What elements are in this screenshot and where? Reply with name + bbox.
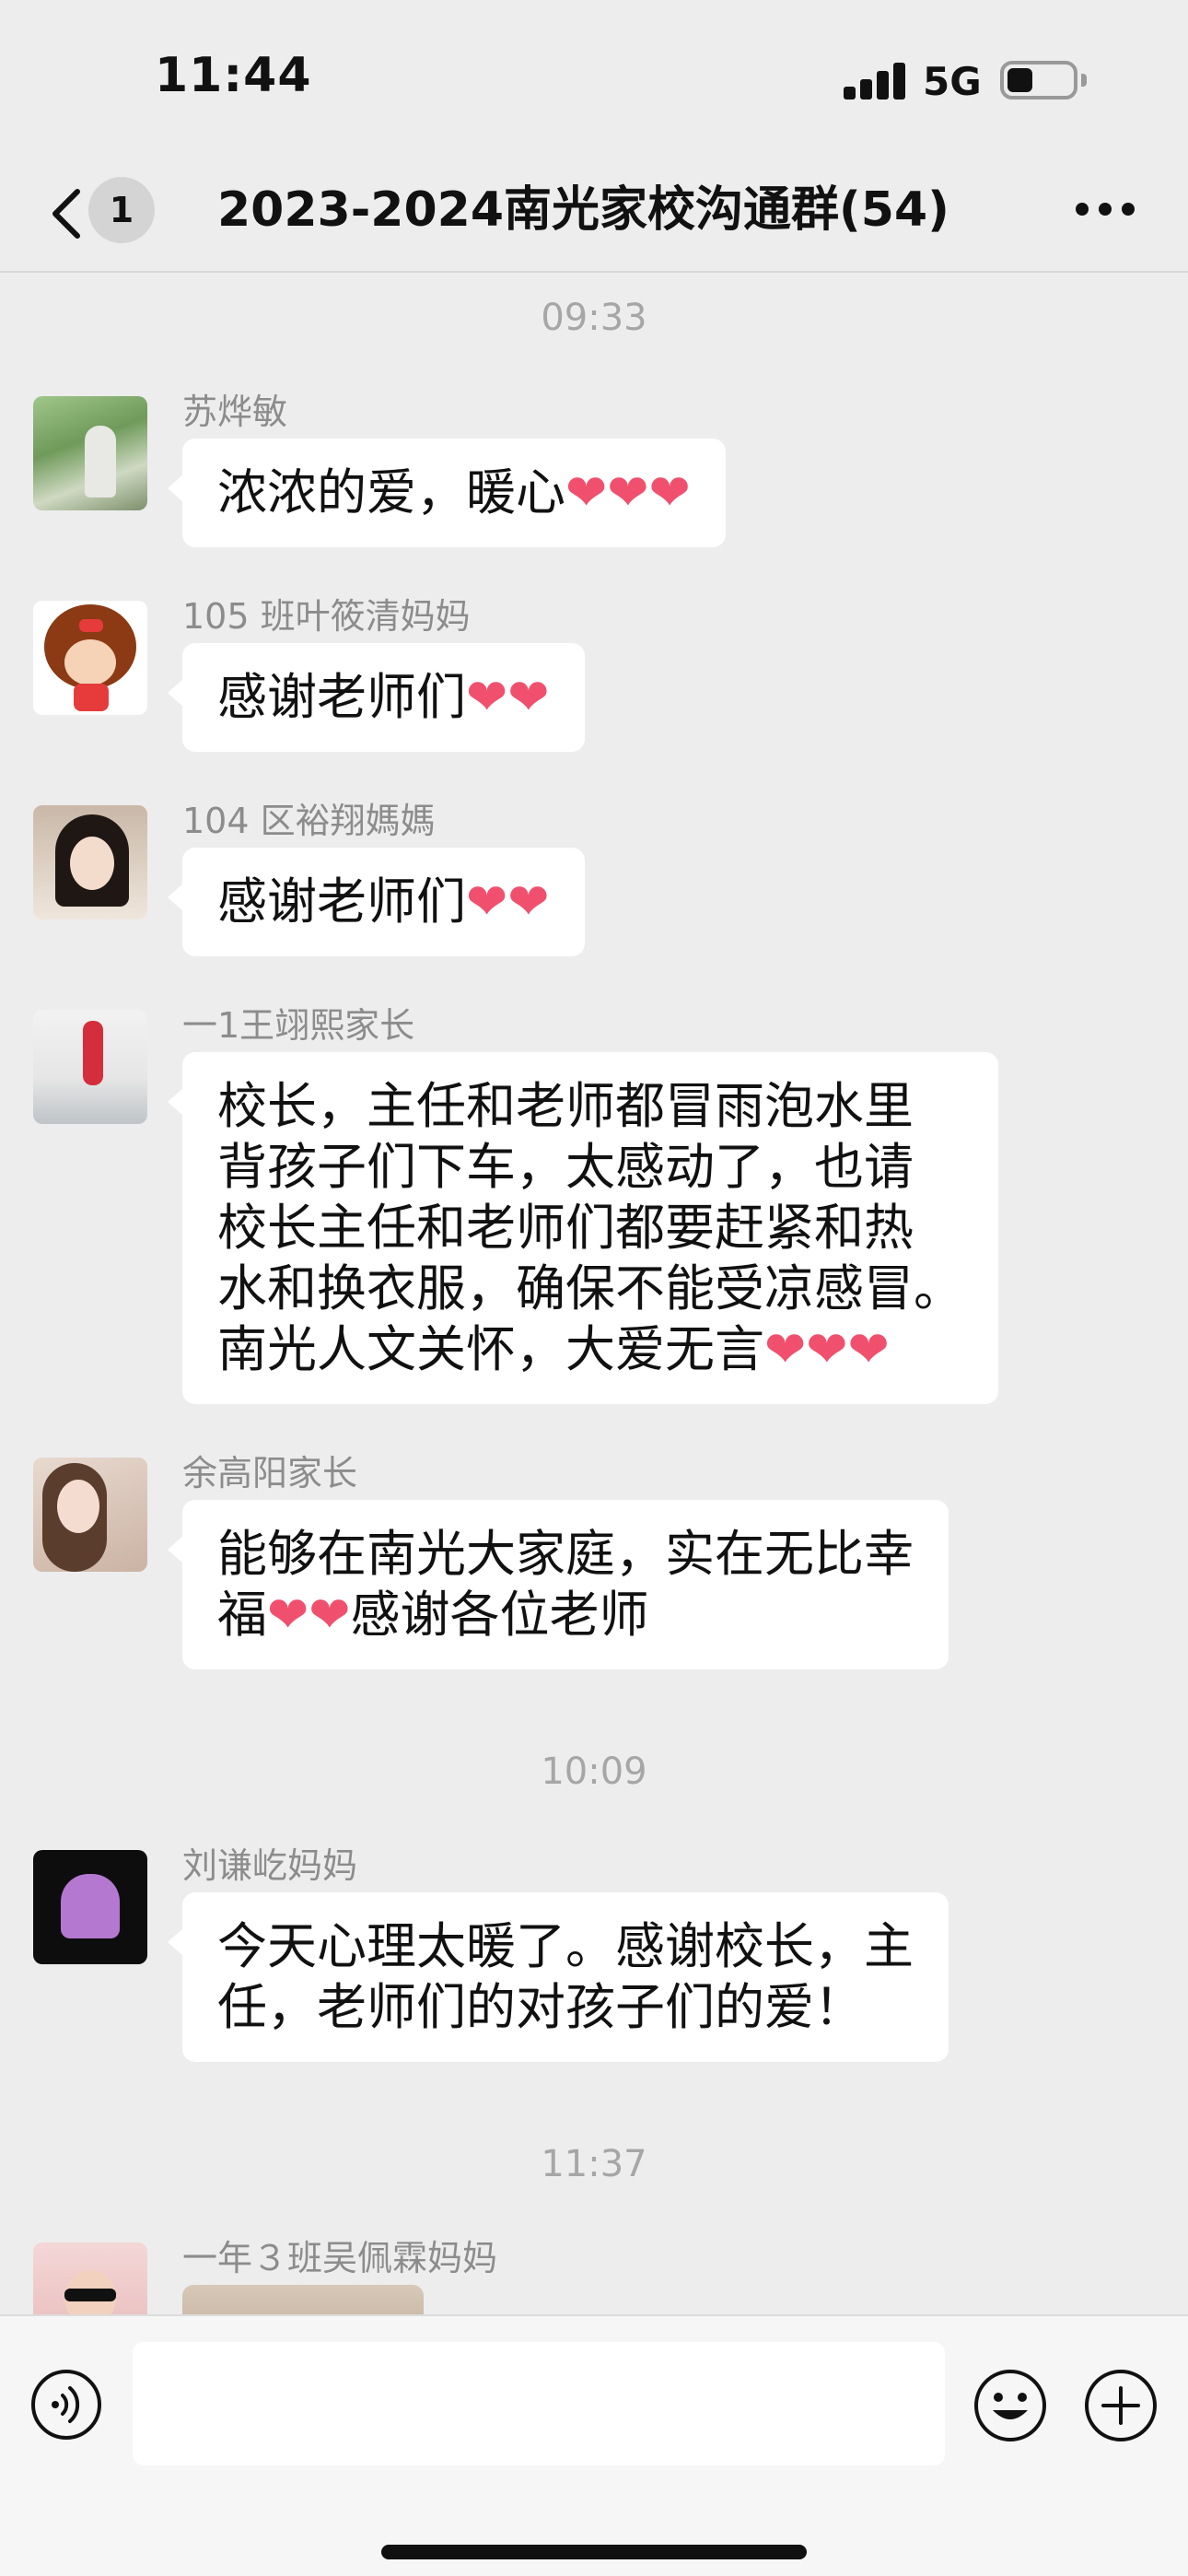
sender-name: 苏烨敏 [182, 392, 288, 432]
message-bubble[interactable]: 感谢老师们❤❤ [168, 643, 585, 752]
back-chevron-icon[interactable] [44, 184, 90, 243]
timestamp: 11:37 [541, 2143, 647, 2185]
voice-icon[interactable] [29, 2368, 103, 2441]
message-text: 浓浓的爱，暖心 [217, 463, 565, 521]
avatar[interactable] [33, 1850, 147, 1964]
message-bubble[interactable]: 感谢老师们❤❤ [168, 848, 585, 956]
message-text: 今天心理太暖了。感谢校长，主 [217, 1917, 914, 1975]
message-text: 感谢老师们 [217, 668, 466, 726]
signal-icon [844, 61, 906, 100]
battery-icon [1000, 61, 1087, 100]
input-bar [0, 2314, 1188, 2576]
avatar[interactable] [33, 805, 147, 919]
sender-name: 刘谦屹妈妈 [182, 1845, 358, 1886]
sender-name: 104 区裕翔媽媽 [182, 801, 436, 841]
status-time: 11:44 [155, 48, 312, 103]
home-indicator[interactable] [381, 2545, 807, 2559]
message-bubble[interactable]: 今天心理太暖了。感谢校长，主 任，老师们的对孩子们的爱！ [168, 1892, 949, 2062]
sender-name: 余高阳家长 [182, 1453, 358, 1493]
message-bubble[interactable]: 能够在南光大家庭，实在无比幸 福❤❤感谢各位老师 [168, 1500, 949, 1669]
message-text: 水和换衣服，确保不能受凉感冒。 [217, 1259, 963, 1317]
avatar[interactable] [33, 2242, 147, 2314]
sender-name: 一1王翊熙家长 [182, 1005, 415, 1046]
message-bubble[interactable]: 浓浓的爱，暖心❤❤❤ [168, 439, 726, 547]
avatar[interactable] [33, 396, 147, 510]
avatar[interactable] [33, 1010, 147, 1124]
message-text: 校长主任和老师们都要赶紧和热 [217, 1199, 914, 1257]
heart-emoji-icon: ❤❤❤ [565, 463, 691, 521]
heart-emoji-icon: ❤❤ [466, 668, 550, 726]
timestamp: 10:09 [541, 1751, 647, 1793]
message-list[interactable]: 09:33 苏烨敏 浓浓的爱，暖心❤❤❤ 105 班叶筱清妈妈 感谢老师们❤❤ … [0, 273, 1188, 2314]
message-text: 感谢各位老师 [350, 1586, 649, 1644]
chat-title: 2023-2024南光家校沟通群(54) [217, 182, 949, 238]
message-text: 任，老师们的对孩子们的爱！ [217, 1978, 864, 2036]
image-message-thumbnail[interactable] [182, 2285, 424, 2314]
status-bar: 11:44 5G [0, 0, 1188, 157]
unread-badge[interactable]: 1 [88, 177, 155, 243]
message-text: 南光人文关怀，大爱无言 [217, 1320, 764, 1378]
message-text: 校长，主任和老师都冒雨泡水里 [217, 1077, 914, 1135]
message-bubble[interactable]: 校长，主任和老师都冒雨泡水里 背孩子们下车，太感动了，也请 校长主任和老师们都要… [168, 1052, 998, 1404]
sender-name: 一年３班吴佩霖妈妈 [182, 2238, 498, 2278]
heart-emoji-icon: ❤❤ [466, 872, 550, 931]
avatar[interactable] [33, 601, 147, 715]
timestamp: 09:33 [541, 297, 647, 339]
message-text: 感谢老师们 [217, 872, 466, 931]
heart-emoji-icon: ❤❤ [267, 1586, 351, 1644]
message-input[interactable] [133, 2342, 945, 2465]
message-text: 福 [217, 1586, 267, 1644]
plus-icon[interactable] [1083, 2368, 1159, 2443]
emoji-icon[interactable] [973, 2368, 1048, 2443]
sender-name: 105 班叶筱清妈妈 [182, 596, 471, 637]
chat-header: 1 2023-2024南光家校沟通群(54) [0, 157, 1188, 273]
network-type: 5G [923, 59, 982, 104]
message-text: 背孩子们下车，太感动了，也请 [217, 1138, 914, 1196]
heart-emoji-icon: ❤❤❤ [764, 1320, 890, 1378]
message-text: 能够在南光大家庭，实在无比幸 [217, 1525, 914, 1583]
more-dots-icon[interactable] [1076, 197, 1135, 221]
avatar[interactable] [33, 1458, 147, 1572]
